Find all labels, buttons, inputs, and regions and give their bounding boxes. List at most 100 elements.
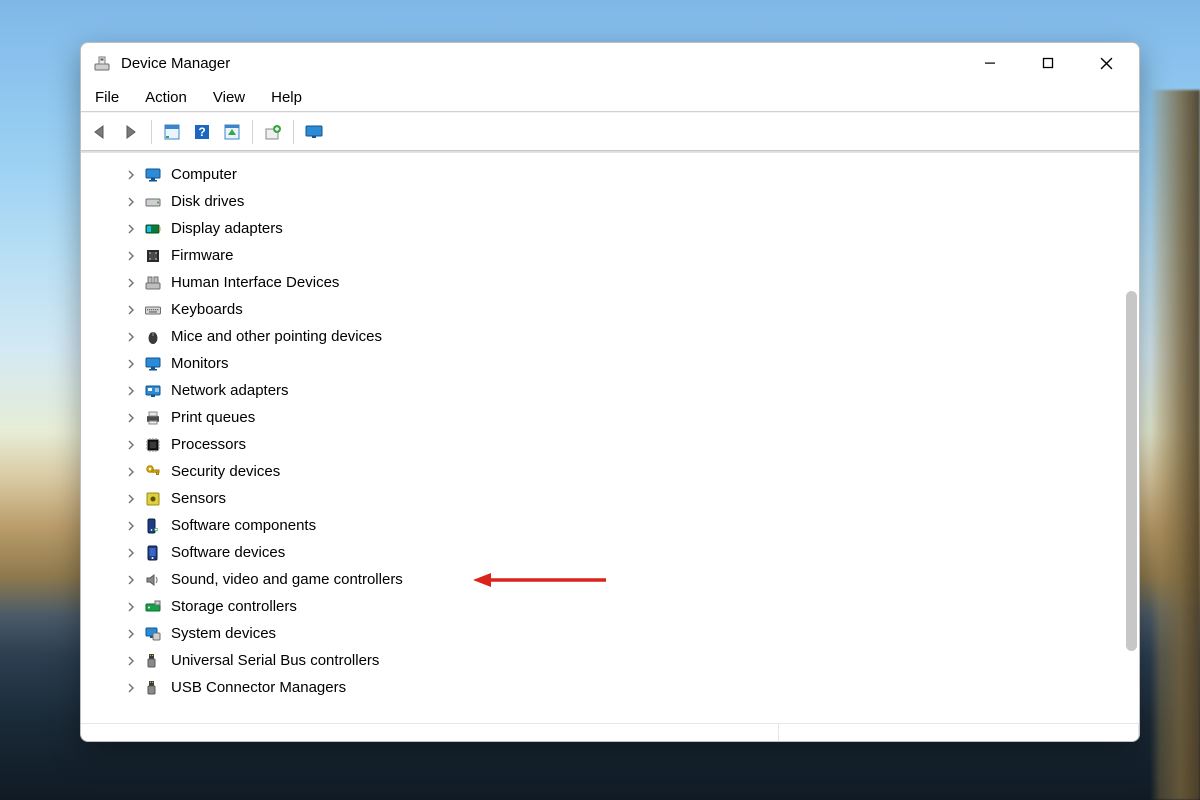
chevron-right-icon[interactable] <box>123 221 139 237</box>
minimize-button[interactable] <box>961 43 1019 83</box>
chip-film-icon <box>143 246 163 266</box>
status-bar <box>81 723 1139 741</box>
back-button[interactable] <box>87 118 115 146</box>
chevron-right-icon[interactable] <box>123 194 139 210</box>
tree-node[interactable]: Security devices <box>81 458 1125 485</box>
system-icon <box>143 624 163 644</box>
menubar: File Action View Help <box>81 83 1139 111</box>
hdd-icon <box>143 192 163 212</box>
tree-node[interactable]: System devices <box>81 620 1125 647</box>
forward-button[interactable] <box>117 118 145 146</box>
tree-node[interactable]: Human Interface Devices <box>81 269 1125 296</box>
tree-node[interactable]: Print queues <box>81 404 1125 431</box>
tree-node[interactable]: Computer <box>81 161 1125 188</box>
chevron-right-icon[interactable] <box>123 329 139 345</box>
tree-node-label: Security devices <box>171 463 280 480</box>
titlebar[interactable]: Device Manager <box>81 43 1139 83</box>
nic-icon <box>143 381 163 401</box>
tree-node[interactable]: Firmware <box>81 242 1125 269</box>
tree-node[interactable]: Display adapters <box>81 215 1125 242</box>
chevron-right-icon[interactable] <box>123 626 139 642</box>
display-card-icon <box>143 219 163 239</box>
monitor-button[interactable] <box>300 118 328 146</box>
close-button[interactable] <box>1077 43 1135 83</box>
tree-node-label: Universal Serial Bus controllers <box>171 652 379 669</box>
update-driver-button[interactable] <box>259 118 287 146</box>
tree-node-label: Software devices <box>171 544 285 561</box>
chevron-right-icon[interactable] <box>123 167 139 183</box>
menu-action[interactable]: Action <box>143 87 189 108</box>
help-button[interactable]: ? <box>188 118 216 146</box>
tree-node-label: Print queues <box>171 409 255 426</box>
chevron-right-icon[interactable] <box>123 275 139 291</box>
app-icon <box>93 54 111 72</box>
tree-node[interactable]: USB Connector Managers <box>81 674 1125 701</box>
chevron-right-icon[interactable] <box>123 248 139 264</box>
tree-node[interactable]: Monitors <box>81 350 1125 377</box>
sw-dev-icon <box>143 543 163 563</box>
window-title: Device Manager <box>121 55 230 72</box>
device-tree[interactable]: Computer Disk drives Display adapters Fi… <box>81 155 1125 723</box>
tree-node[interactable]: Storage controllers <box>81 593 1125 620</box>
tree-node[interactable]: Mice and other pointing devices <box>81 323 1125 350</box>
chevron-right-icon[interactable] <box>123 491 139 507</box>
tree-node-label: Disk drives <box>171 193 244 210</box>
chevron-right-icon[interactable] <box>123 518 139 534</box>
chevron-right-icon[interactable] <box>123 356 139 372</box>
tree-node-label: Sound, video and game controllers <box>171 571 403 588</box>
chevron-right-icon[interactable] <box>123 545 139 561</box>
mouse-icon <box>143 327 163 347</box>
printer-icon <box>143 408 163 428</box>
chevron-right-icon[interactable] <box>123 383 139 399</box>
device-manager-window: Device Manager File Action View Help ? <box>80 42 1140 742</box>
chevron-right-icon[interactable] <box>123 437 139 453</box>
toolbar: ? <box>81 112 1139 150</box>
chevron-right-icon[interactable] <box>123 653 139 669</box>
storage-ctrl-icon <box>143 597 163 617</box>
hid-icon <box>143 273 163 293</box>
desktop-background-cliff <box>1150 90 1200 800</box>
tree-node[interactable]: Disk drives <box>81 188 1125 215</box>
chevron-right-icon[interactable] <box>123 464 139 480</box>
tree-node[interactable]: Sound, video and game controllers <box>81 566 1125 593</box>
chevron-right-icon[interactable] <box>123 599 139 615</box>
tree-node-label: Network adapters <box>171 382 289 399</box>
tree-node[interactable]: Software components <box>81 512 1125 539</box>
tree-node-label: Monitors <box>171 355 229 372</box>
tree-node-label: Storage controllers <box>171 598 297 615</box>
scan-hardware-button[interactable] <box>218 118 246 146</box>
tree-node-label: Firmware <box>171 247 234 264</box>
scrollbar-thumb[interactable] <box>1126 291 1137 651</box>
menu-help[interactable]: Help <box>269 87 304 108</box>
tree-node[interactable]: Keyboards <box>81 296 1125 323</box>
tree-node-label: Keyboards <box>171 301 243 318</box>
tree-node-label: Mice and other pointing devices <box>171 328 382 345</box>
tree-node[interactable]: Software devices <box>81 539 1125 566</box>
monitor-icon <box>143 354 163 374</box>
maximize-button[interactable] <box>1019 43 1077 83</box>
usb-icon <box>143 651 163 671</box>
svg-text:?: ? <box>198 125 205 139</box>
chevron-right-icon[interactable] <box>123 572 139 588</box>
chevron-right-icon[interactable] <box>123 410 139 426</box>
tree-node-label: Processors <box>171 436 246 453</box>
key-icon <box>143 462 163 482</box>
tree-node-label: Human Interface Devices <box>171 274 339 291</box>
tree-node[interactable]: Sensors <box>81 485 1125 512</box>
tree-node-label: Sensors <box>171 490 226 507</box>
tree-node-label: Computer <box>171 166 237 183</box>
tree-node-label: USB Connector Managers <box>171 679 346 696</box>
tree-node[interactable]: Network adapters <box>81 377 1125 404</box>
sw-comp-icon <box>143 516 163 536</box>
properties-button[interactable] <box>158 118 186 146</box>
tree-node[interactable]: Processors <box>81 431 1125 458</box>
tree-node[interactable]: Universal Serial Bus controllers <box>81 647 1125 674</box>
menu-file[interactable]: File <box>93 87 121 108</box>
monitor-icon <box>143 165 163 185</box>
usb-icon <box>143 678 163 698</box>
chevron-right-icon[interactable] <box>123 302 139 318</box>
menu-view[interactable]: View <box>211 87 247 108</box>
toolbar-separator <box>252 120 253 144</box>
chevron-right-icon[interactable] <box>123 680 139 696</box>
tree-node-label: Software components <box>171 517 316 534</box>
